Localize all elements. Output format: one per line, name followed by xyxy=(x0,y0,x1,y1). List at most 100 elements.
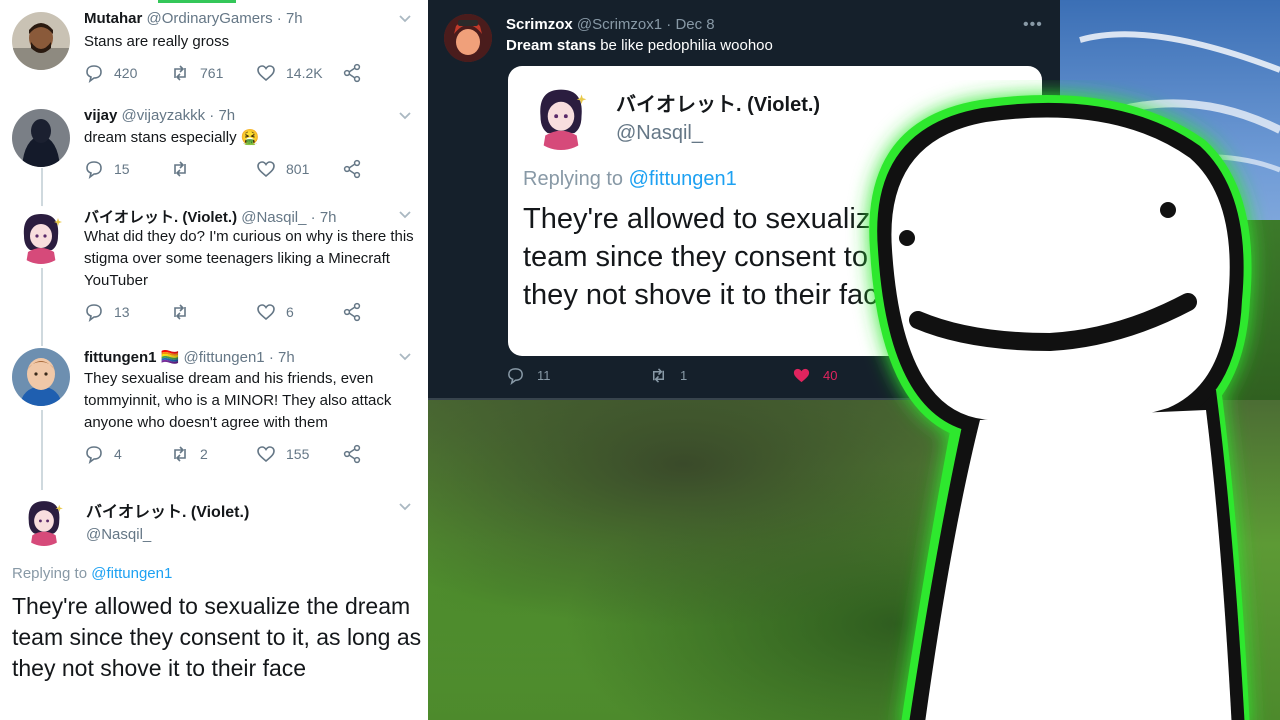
heart-icon xyxy=(257,65,275,82)
share-icon xyxy=(343,444,361,464)
tweet-main-violet[interactable]: バイオレット. (Violet.) @Nasqil_ Replying to @… xyxy=(0,492,428,720)
retweet-icon xyxy=(174,65,186,81)
tweet-text-rest: be like pedophilia woohoo xyxy=(596,37,773,54)
tweet-header: fittungen1 🏳️‍🌈 @fittungen1 · 7h xyxy=(84,348,295,366)
like-count: 14.2K xyxy=(286,65,323,81)
share-button[interactable] xyxy=(342,444,372,464)
chevron-down-icon[interactable] xyxy=(398,350,412,364)
replying-to: Replying to @fittungen1 xyxy=(12,565,172,582)
more-options-icon[interactable]: ••• xyxy=(1023,16,1043,34)
chevron-down-icon[interactable] xyxy=(398,208,412,222)
quoted-author-handle[interactable]: @Nasqil_ xyxy=(616,122,703,145)
tweet-header: vijay @vijayzakkk · 7h xyxy=(84,107,235,124)
avatar[interactable] xyxy=(18,494,70,546)
retweet-button[interactable] xyxy=(170,159,200,179)
retweet-button[interactable]: 761 xyxy=(170,63,223,83)
top-highlight-strip xyxy=(158,0,236,3)
reply-count: 11 xyxy=(537,368,551,383)
author-name[interactable]: Scrimzox xyxy=(506,16,573,33)
reply-button[interactable]: 13 xyxy=(84,302,130,322)
share-icon xyxy=(343,159,361,179)
author-name[interactable]: Mutahar xyxy=(84,10,142,27)
reply-count: 13 xyxy=(114,304,130,320)
author-handle[interactable]: @Nasqil_ xyxy=(241,209,306,226)
reply-button[interactable]: 420 xyxy=(84,63,137,83)
tweet-text: Stans are really gross xyxy=(84,33,230,50)
tweet-header: Scrimzox @Scrimzox1 · Dec 8 xyxy=(506,16,715,33)
share-button[interactable] xyxy=(342,63,372,83)
reply-button[interactable]: 15 xyxy=(84,159,130,179)
retweet-icon xyxy=(652,368,665,383)
tweet-time: · Dec 8 xyxy=(666,16,715,33)
retweet-count: 761 xyxy=(200,65,224,81)
reply-button[interactable]: 11 xyxy=(506,366,551,385)
retweet-button[interactable] xyxy=(170,302,200,322)
replying-to: Replying to @fittungen1 xyxy=(523,168,737,191)
tweet-text-bold: Dream stans xyxy=(506,37,597,54)
avatar[interactable] xyxy=(12,12,70,70)
tweet-vijay[interactable]: vijay @vijayzakkk · 7h dream stans espec… xyxy=(0,107,428,197)
tweet-text: What did they do? I'm curious on why is … xyxy=(84,228,414,289)
like-button[interactable]: 6 xyxy=(256,302,294,322)
avatar[interactable] xyxy=(12,206,70,264)
like-count: 155 xyxy=(286,446,310,462)
chevron-down-icon[interactable] xyxy=(398,109,412,123)
like-count: 801 xyxy=(286,161,310,177)
share-button[interactable] xyxy=(342,302,372,322)
author-handle[interactable]: @Scrimzox1 xyxy=(577,16,662,33)
avatar[interactable] xyxy=(444,14,492,62)
author-name[interactable]: fittungen1 🏳️‍🌈 xyxy=(84,349,179,366)
avatar[interactable] xyxy=(12,109,70,167)
avatar[interactable] xyxy=(526,80,596,150)
tweet-actions: 4 2 155 xyxy=(84,444,384,468)
tweet-text: Dream stans be like pedophilia woohoo xyxy=(506,37,773,54)
tweet-actions: 15 801 xyxy=(84,159,384,183)
dream-mascot xyxy=(869,95,1252,720)
tweet-text: dream stans especially 🤮 xyxy=(84,129,260,146)
tweet-fittungen1[interactable]: fittungen1 🏳️‍🌈 @fittungen1 · 7h They se… xyxy=(0,348,428,478)
author-name[interactable]: vijay xyxy=(84,107,117,124)
tweet-violet[interactable]: バイオレット. (Violet.) @Nasqil_ · 7h What did… xyxy=(0,206,428,336)
author-handle[interactable]: @fittungen1 xyxy=(184,349,265,366)
heart-icon xyxy=(257,161,275,178)
reply-button[interactable]: 4 xyxy=(84,444,122,464)
mention-link[interactable]: @fittungen1 xyxy=(91,565,172,582)
heart-icon xyxy=(257,446,275,463)
reply-count: 420 xyxy=(114,65,138,81)
share-icon xyxy=(343,63,361,83)
mention-link[interactable]: @fittungen1 xyxy=(629,168,737,190)
author-name[interactable]: バイオレット. (Violet.) xyxy=(86,498,249,522)
tweet-time: · 7h xyxy=(310,209,337,226)
chevron-down-icon[interactable] xyxy=(398,12,412,26)
like-count: 6 xyxy=(286,304,294,320)
tweet-text: They sexualise dream and his friends, ev… xyxy=(84,370,392,431)
reply-count: 4 xyxy=(114,446,122,462)
author-handle[interactable]: @vijayzakkk xyxy=(122,107,206,124)
heart-icon xyxy=(257,304,275,321)
retweet-count: 1 xyxy=(680,368,688,383)
author-handle[interactable]: @OrdinaryGamers xyxy=(147,10,273,27)
tweet-actions: 13 6 xyxy=(84,302,384,326)
share-button[interactable] xyxy=(342,159,372,179)
author-handle[interactable]: @Nasqil_ xyxy=(86,526,151,543)
replying-prefix: Replying to xyxy=(523,168,624,190)
tweet-time: · 7h xyxy=(268,349,295,366)
replying-prefix: Replying to xyxy=(12,565,88,582)
like-button[interactable]: 155 xyxy=(256,444,309,464)
right-eye xyxy=(1160,202,1176,218)
retweet-button[interactable]: 1 xyxy=(649,366,687,385)
avatar[interactable] xyxy=(12,348,70,406)
reply-icon xyxy=(508,368,523,385)
chevron-down-icon[interactable] xyxy=(398,500,412,514)
reply-icon xyxy=(86,304,102,322)
quoted-author-name[interactable]: バイオレット. (Violet.) xyxy=(616,88,820,117)
tweet-mutahar[interactable]: Mutahar @OrdinaryGamers · 7h Stans are r… xyxy=(0,10,428,100)
retweet-icon xyxy=(174,161,186,177)
retweet-button[interactable]: 2 xyxy=(170,444,208,464)
retweet-icon xyxy=(174,304,186,320)
reply-icon xyxy=(86,65,102,83)
retweet-count: 2 xyxy=(200,446,208,462)
like-button[interactable]: 801 xyxy=(256,159,309,179)
author-name[interactable]: バイオレット. (Violet.) xyxy=(84,209,237,226)
like-button[interactable]: 14.2K xyxy=(256,63,323,83)
